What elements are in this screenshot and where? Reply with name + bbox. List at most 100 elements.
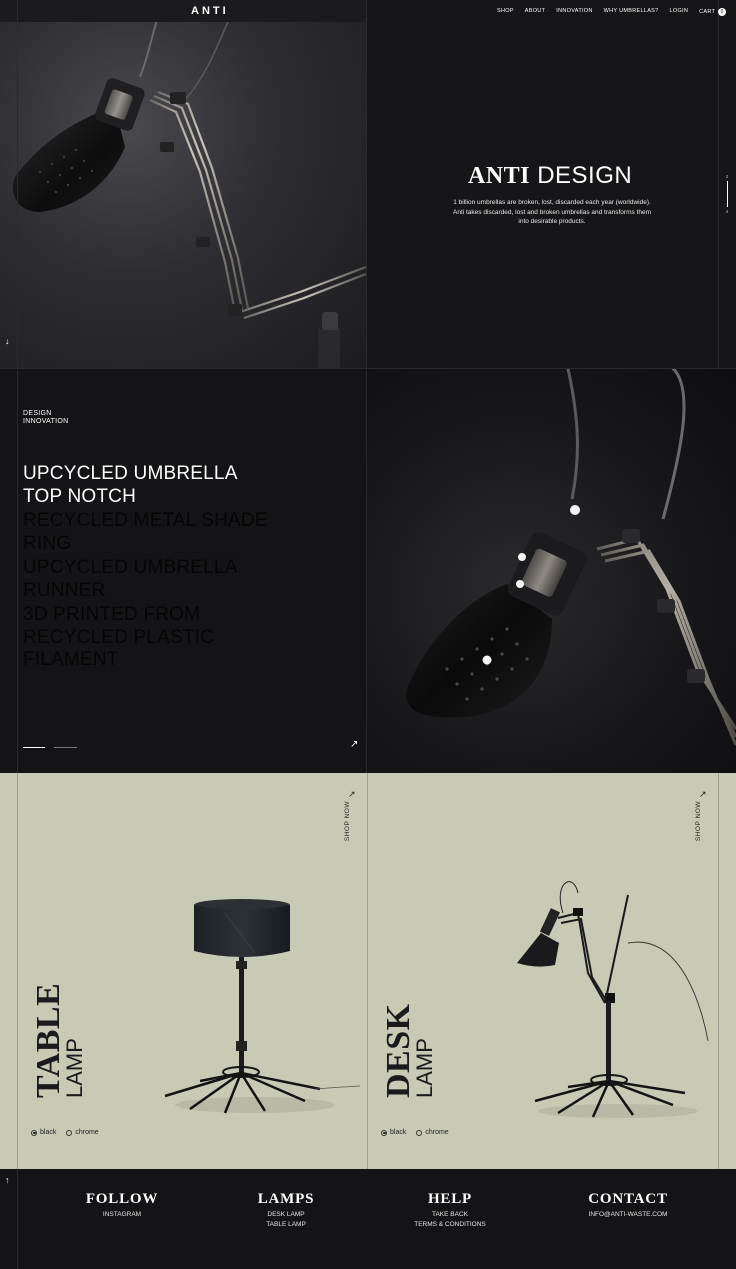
frame-line — [366, 369, 367, 773]
desk-lamp-image — [517, 881, 709, 1118]
radio-selected-icon — [381, 1129, 387, 1136]
products-section: ↗ SHOP NOW TABLE LAMP black chrome ↗ SHO… — [0, 773, 736, 1169]
slide-pager[interactable]: 2 4 — [723, 174, 731, 214]
color-label: black — [390, 1129, 407, 1136]
back-to-top-arrow-icon[interactable]: ↑ — [5, 1175, 10, 1185]
footer-link-take-back[interactable]: TAKE BACK — [395, 1210, 505, 1220]
pager-progress-bar — [726, 181, 728, 207]
nav-innovation[interactable]: INNOVATION — [556, 8, 592, 16]
radio-selected-icon — [31, 1129, 37, 1136]
feature-item[interactable]: UPCYCLED UMBRELLA RUNNER — [23, 557, 353, 602]
feature-item-active[interactable]: UPCYCLED UMBRELLA TOP NOTCH — [23, 463, 353, 508]
footer-column-lamps: LAMPS DESK LAMP TABLE LAMP — [236, 1191, 336, 1230]
shop-now-link[interactable]: SHOP NOW — [695, 801, 702, 841]
color-label: black — [40, 1129, 57, 1136]
product-card-desk-lamp[interactable]: ↗ SHOP NOW DESK LAMP black chrome — [368, 773, 736, 1169]
feature-line: FILAMENT — [23, 649, 119, 670]
product-card-table-lamp[interactable]: ↗ SHOP NOW TABLE LAMP black chrome — [0, 773, 368, 1169]
nav-cart[interactable]: CART 0 — [699, 8, 727, 16]
nav-why-umbrellas[interactable]: WHY UMBRELLAS? — [604, 8, 659, 16]
footer-heading: HELP — [427, 1191, 473, 1207]
footer-link-email[interactable]: INFO@ANTI-WASTE.COM — [558, 1210, 698, 1220]
feature-line: UPCYCLED UMBRELLA — [23, 557, 238, 578]
hero-title-serif: ANTI — [468, 163, 531, 189]
nav-login[interactable]: LOGIN — [670, 8, 689, 16]
nav-shop[interactable]: SHOP — [497, 8, 514, 16]
footer-link-terms[interactable]: TERMS & CONDITIONS — [395, 1220, 505, 1230]
lamp-closeup-photo — [367, 369, 736, 773]
shop-now-label: SHOP — [344, 820, 351, 842]
desk-lamp-illustration — [12, 22, 366, 368]
product-name-sans: LAMP — [412, 1038, 437, 1098]
shop-now-link[interactable]: SHOP NOW — [344, 801, 351, 841]
product-name-sans: LAMP — [62, 1038, 87, 1098]
color-option-black[interactable]: black — [31, 1129, 56, 1136]
radio-icon — [66, 1129, 73, 1136]
section-tag-line: INNOVATION — [23, 418, 69, 425]
feature-line: UPCYCLED UMBRELLA — [23, 463, 238, 484]
section-tag: DESIGN INNOVATION — [23, 410, 69, 426]
feature-line: 3D PRINTED FROM — [23, 604, 201, 625]
site-footer: ↑ FOLLOW INSTAGRAM LAMPS DESK LAMP TABLE… — [0, 1169, 736, 1269]
color-label: chrome — [75, 1129, 99, 1136]
color-option-chrome[interactable]: chrome — [66, 1129, 99, 1136]
shop-now-arrow-icon[interactable]: ↗ — [699, 789, 707, 800]
footer-heading: CONTACT — [588, 1191, 668, 1207]
footer-column-help: HELP TAKE BACK TERMS & CONDITIONS — [395, 1191, 505, 1230]
footer-link-table-lamp[interactable]: TABLE LAMP — [236, 1220, 336, 1230]
product-name-serif: DESK — [380, 1003, 417, 1098]
shop-now-label: NOW — [344, 801, 351, 819]
slide-indicator-active[interactable] — [23, 747, 45, 748]
frame-line — [718, 0, 719, 368]
color-label: chrome — [425, 1129, 449, 1136]
footer-column-contact: CONTACT INFO@ANTI-WASTE.COM — [558, 1191, 698, 1220]
cart-count-badge: 0 — [718, 8, 727, 16]
nav-about[interactable]: ABOUT — [525, 8, 545, 16]
feature-line: RING — [23, 532, 72, 554]
feature-list: UPCYCLED UMBRELLA TOP NOTCH RECYCLED MET… — [23, 463, 353, 672]
hero-title-sans: DESIGN — [537, 162, 633, 189]
pager-current: 2 — [725, 174, 729, 179]
footer-link-desk-lamp[interactable]: DESK LAMP — [236, 1210, 336, 1220]
frame-line — [366, 0, 367, 368]
hero-description-line: into desirable products. — [518, 218, 586, 225]
hero-description-line: Anti takes discarded, lost and broken um… — [453, 208, 651, 216]
feature-line: RECYCLED METAL SHADE — [23, 510, 268, 531]
scroll-down-arrow-icon[interactable]: ↓ — [5, 336, 10, 346]
frame-line — [17, 0, 18, 368]
frame-line — [17, 369, 18, 773]
footer-column-follow: FOLLOW INSTAGRAM — [72, 1191, 172, 1220]
slide-indicator[interactable] — [54, 747, 77, 748]
hero-top-bar — [0, 0, 366, 22]
color-option-chrome[interactable]: chrome — [416, 1129, 449, 1136]
feature-item[interactable]: RECYCLED METAL SHADE RING — [23, 510, 353, 555]
lamp-closeup-illustration — [406, 369, 736, 746]
feature-line: TOP NOTCH — [23, 485, 136, 507]
shop-now-arrow-icon[interactable]: ↗ — [348, 789, 356, 800]
footer-heading: LAMPS — [257, 1191, 315, 1207]
features-section: DESIGN INNOVATION UPCYCLED UMBRELLA TOP … — [0, 369, 736, 773]
frame-line — [17, 1169, 18, 1269]
radio-icon — [416, 1129, 423, 1136]
shop-now-label: NOW — [695, 801, 702, 819]
color-options: black chrome — [31, 1129, 99, 1136]
main-nav: SHOP ABOUT INNOVATION WHY UMBRELLAS? LOG… — [497, 8, 727, 16]
hero-description: 1 billion umbrellas are broken, lost, di… — [422, 198, 682, 227]
feature-item[interactable]: 3D PRINTED FROM RECYCLED PLASTIC FILAMEN… — [23, 604, 353, 672]
product-name: TABLE LAMP — [30, 958, 104, 1098]
color-option-black[interactable]: black — [381, 1129, 406, 1136]
feature-line: RUNNER — [23, 579, 106, 601]
feature-line: RECYCLED PLASTIC — [23, 626, 215, 648]
external-link-arrow-icon[interactable]: ↗ — [350, 739, 358, 750]
hero-desk-lamp-photo — [0, 22, 366, 368]
cart-label: CART — [699, 9, 716, 15]
product-name-serif: TABLE — [30, 982, 67, 1098]
color-options: black chrome — [381, 1129, 449, 1136]
table-lamp-image — [164, 899, 361, 1114]
product-name: DESK LAMP — [380, 958, 454, 1098]
footer-heading: FOLLOW — [85, 1191, 159, 1207]
site-logo[interactable]: ANTI — [191, 5, 229, 17]
footer-link-instagram[interactable]: INSTAGRAM — [72, 1210, 172, 1220]
hero-title: ANTI DESIGN — [468, 162, 632, 190]
section-tag-line: DESIGN — [23, 410, 52, 417]
